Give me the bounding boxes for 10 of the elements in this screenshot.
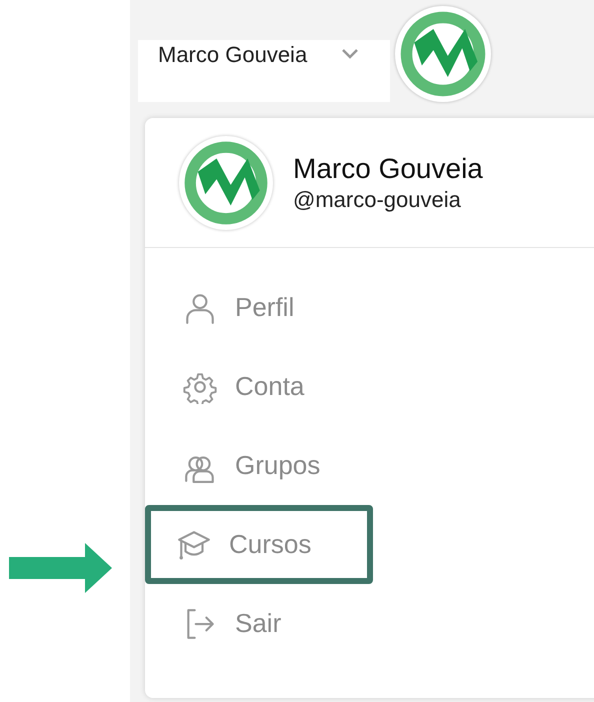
profile-handle: @marco-gouveia [293,186,462,214]
user-menu-button[interactable]: Marco Gouveia [158,38,360,70]
arrow-icon [9,543,112,593]
chevron-down-icon [341,48,360,60]
menu-item[interactable]: Perfil [183,288,294,327]
profile-name: Marco Gouveia [293,152,483,186]
menu-item[interactable]: Cursos [177,525,312,564]
menu-item[interactable]: Sair [183,604,282,643]
menu-item[interactable]: Conta [183,367,304,406]
menu-item[interactable]: Grupos [183,446,320,485]
